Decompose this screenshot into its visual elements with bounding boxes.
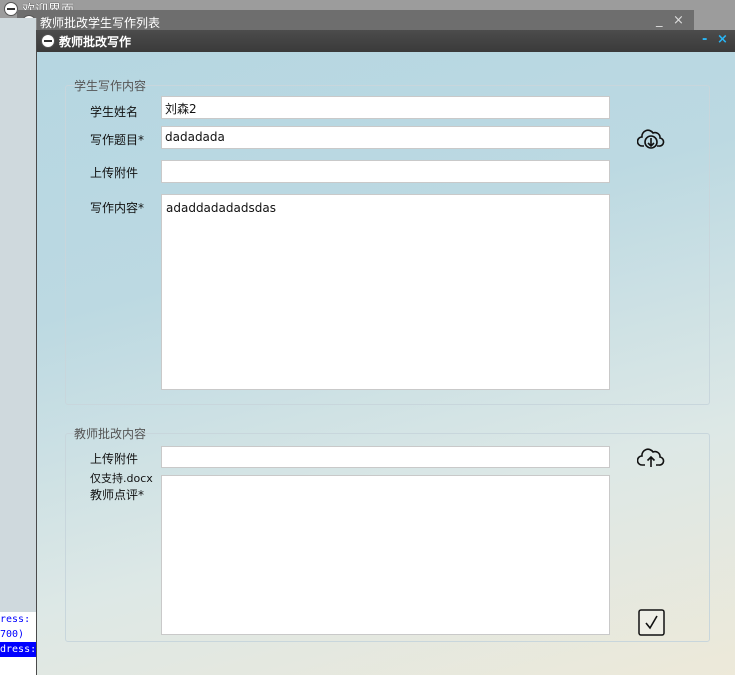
student-name-label: 学生姓名 — [90, 105, 139, 119]
welcome-window-panel — [0, 18, 37, 613]
student-name-field[interactable]: 刘森2 — [161, 96, 610, 119]
download-button[interactable] — [636, 127, 665, 154]
teacher-grading-window: 教师批改写作 - × 学生写作内容 学生姓名 刘森2 写作题目* dadadad… — [36, 30, 735, 675]
main-window-titlebar[interactable]: 教师批改写作 - × — [37, 30, 735, 52]
log-line: dress: $3 — [0, 642, 36, 657]
app-icon — [41, 34, 55, 48]
teacher-review-legend: 教师批改内容 — [74, 427, 147, 441]
close-button[interactable]: × — [673, 13, 684, 28]
topic-field[interactable]: dadadada — [161, 126, 610, 149]
teacher-comment-area[interactable] — [161, 475, 610, 635]
comment-label: 教师点评* — [90, 488, 145, 502]
cloud-download-icon — [636, 129, 665, 149]
upload-button[interactable] — [636, 446, 665, 473]
writing-content-area[interactable]: adaddadadadsdas — [161, 194, 610, 390]
log-line: 700) — [0, 629, 25, 640]
minimize-button[interactable]: _ — [656, 13, 663, 28]
content-label: 写作内容* — [90, 201, 145, 215]
log-line: ress: $08 — [0, 614, 36, 625]
student-attachment-field[interactable] — [161, 160, 610, 183]
main-window-title: 教师批改写作 — [59, 35, 132, 49]
student-writing-legend: 学生写作内容 — [74, 79, 147, 93]
cloud-upload-icon — [636, 448, 665, 467]
submit-button[interactable] — [638, 609, 665, 639]
list-window-title: 教师批改学生写作列表 — [40, 16, 161, 30]
file-type-hint: 仅支持.docx — [90, 472, 153, 485]
app-icon — [4, 2, 18, 16]
log-output: ress: $08 700) dress: $3 — [0, 612, 36, 675]
student-attachment-label: 上传附件 — [90, 166, 139, 180]
topic-label: 写作题目* — [90, 133, 145, 147]
close-button[interactable]: × — [717, 32, 728, 47]
teacher-attachment-field[interactable] — [161, 446, 610, 468]
minimize-button[interactable]: - — [702, 32, 707, 47]
checkmark-icon — [638, 609, 665, 636]
teacher-attachment-label: 上传附件 — [90, 452, 139, 466]
